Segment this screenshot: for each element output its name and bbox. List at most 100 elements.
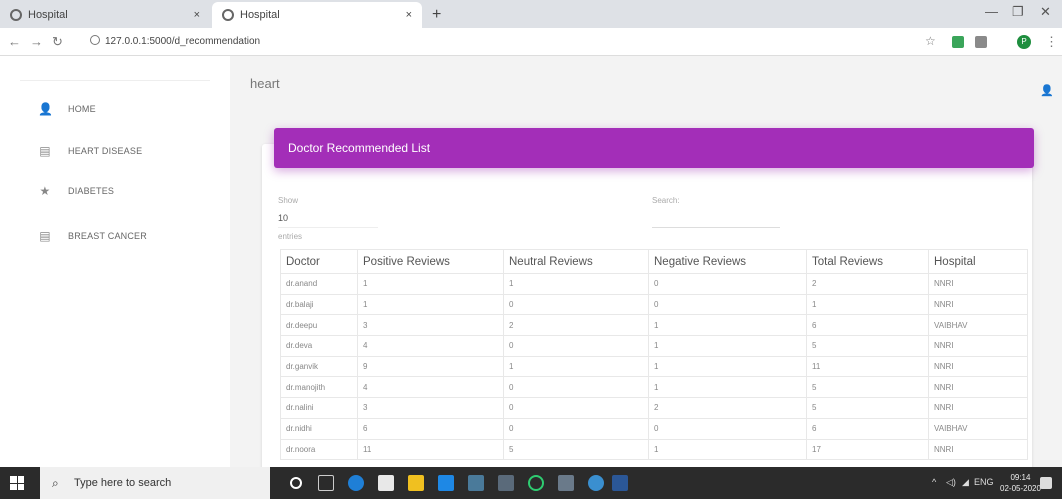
search-input[interactable] (652, 227, 780, 228)
table-cell: 0 (503, 293, 649, 316)
column-header-doctor[interactable]: Doctor (280, 249, 358, 274)
table-cell: 5 (806, 397, 929, 419)
browser-tab-strip: Hospital × Hospital × + — ❐ ✕ (0, 0, 1062, 28)
browser-tab-2[interactable]: Hospital × (212, 2, 422, 28)
table-cell: 0 (648, 273, 807, 295)
sidebar-divider (20, 80, 210, 81)
app-icon[interactable] (498, 475, 514, 491)
spotify-icon[interactable] (528, 475, 544, 491)
sidebar-item-label: HEART DISEASE (68, 146, 143, 156)
reload-icon[interactable]: ↻ (52, 34, 63, 50)
clock-time: 09:14 (1010, 473, 1031, 482)
sidebar-item-label: BREAST CANCER (68, 231, 147, 241)
task-view-icon[interactable] (318, 475, 334, 491)
file-explorer-icon[interactable] (408, 475, 424, 491)
taskbar-search[interactable]: ⌕ Type here to search (40, 467, 270, 499)
table-cell: 4 (357, 335, 504, 357)
table-cell: VAIBHAV (928, 417, 1028, 440)
pycharm-icon[interactable] (468, 475, 484, 491)
table-cell: 1 (503, 273, 649, 295)
taskbar-clock[interactable]: 09:14 02-05-2020 (1000, 472, 1041, 494)
back-icon[interactable]: ← (8, 34, 21, 49)
url-field[interactable]: 127.0.0.1:5000/d_recommendation (90, 35, 260, 47)
word-icon[interactable] (612, 475, 628, 491)
table-cell: 1 (648, 314, 807, 337)
table-cell: NNRI (928, 335, 1028, 357)
table-cell: NNRI (928, 355, 1028, 378)
cortana-icon[interactable] (290, 477, 302, 489)
sidebar-item-heart-disease[interactable]: ▤ HEART DISEASE (38, 144, 142, 158)
profile-avatar[interactable]: P (1017, 35, 1031, 49)
store-icon[interactable] (378, 475, 394, 491)
column-header-neutral[interactable]: Neutral Reviews (503, 249, 649, 274)
sidebar-item-label: HOME (68, 104, 96, 114)
table-row: dr.nalini 3 0 2 5 NNRI (280, 397, 1028, 419)
table-row: dr.deepu 3 2 1 6 VAIBHAV (280, 314, 1028, 337)
table-cell: dr.noora (280, 438, 358, 461)
table-cell: dr.nidhi (280, 417, 358, 440)
table-cell: VAIBHAV (928, 314, 1028, 337)
sidebar-item-diabetes[interactable]: ★ DIABETES (38, 184, 114, 198)
table-row: dr.anand 1 1 0 2 NNRI (280, 273, 1028, 295)
close-window-icon[interactable]: ✕ (1040, 4, 1051, 20)
table-cell: 3 (357, 314, 504, 337)
sidebar-item-home[interactable]: 👤 HOME (38, 102, 96, 116)
browser-tab-1[interactable]: Hospital × (0, 2, 210, 28)
page-content: 👤 HOME ▤ HEART DISEASE ★ DIABETES ▤ BREA… (0, 56, 1062, 467)
page-title: heart (250, 76, 280, 91)
network-icon[interactable]: ◢ (962, 477, 969, 488)
notification-icon[interactable] (1040, 477, 1052, 489)
table-cell: 6 (806, 314, 929, 337)
bookmark-star-icon[interactable]: ☆ (925, 34, 936, 48)
table-cell: 5 (806, 376, 929, 399)
table-cell: 2 (648, 397, 807, 419)
star-icon: ★ (39, 184, 51, 198)
clock-date: 02-05-2020 (1000, 484, 1041, 493)
close-tab-icon[interactable]: × (406, 9, 412, 21)
language-indicator[interactable]: ENG (974, 477, 994, 487)
column-header-hospital[interactable]: Hospital (928, 249, 1028, 274)
table-cell: dr.deva (280, 335, 358, 357)
account-icon[interactable]: 👤 (1040, 84, 1054, 97)
entries-select[interactable]: 10 (278, 213, 288, 223)
app-icon[interactable] (588, 475, 604, 491)
menu-dots-icon[interactable]: ⋮ (1045, 34, 1058, 50)
table-cell: 11 (806, 355, 929, 378)
app-icon[interactable] (558, 475, 574, 491)
content-paste-icon: ▤ (39, 144, 51, 158)
speaker-icon[interactable]: ◁) (946, 477, 956, 488)
table-body: dr.anand 1 1 0 2 NNRI dr.balaji 1 0 0 1 NNRI dr.deep… (280, 273, 1028, 461)
sidebar-item-breast-cancer[interactable]: ▤ BREAST CANCER (38, 229, 147, 243)
extension-icon[interactable] (952, 36, 964, 48)
mail-icon[interactable] (438, 475, 454, 491)
maximize-icon[interactable]: ❐ (1012, 4, 1024, 20)
table-cell: dr.deepu (280, 314, 358, 337)
column-header-positive[interactable]: Positive Reviews (357, 249, 504, 274)
table-cell: 5 (806, 335, 929, 357)
table-cell: 1 (357, 273, 504, 295)
table-cell: 0 (648, 417, 807, 440)
tab-title: Hospital (28, 9, 68, 21)
extension-icon[interactable] (975, 36, 987, 48)
globe-icon (222, 9, 234, 21)
doctor-table: Doctor Positive Reviews Neutral Reviews … (280, 249, 1028, 461)
windows-start-icon[interactable] (10, 476, 24, 490)
new-tab-button[interactable]: + (432, 6, 441, 24)
info-icon (90, 35, 100, 45)
globe-icon (10, 9, 22, 21)
edge-icon[interactable] (348, 475, 364, 491)
tab-title: Hospital (240, 9, 280, 21)
table-cell: dr.anand (280, 273, 358, 295)
forward-icon[interactable]: → (30, 34, 43, 49)
tray-chevron-icon[interactable]: ^ (932, 477, 936, 487)
close-tab-icon[interactable]: × (194, 9, 200, 21)
column-header-negative[interactable]: Negative Reviews (648, 249, 807, 274)
table-cell: 2 (806, 273, 929, 295)
card-title: Doctor Recommended List (288, 141, 431, 155)
column-header-total[interactable]: Total Reviews (806, 249, 929, 274)
table-cell: 1 (648, 355, 807, 378)
table-header-row: Doctor Positive Reviews Neutral Reviews … (280, 249, 1028, 274)
minimize-icon[interactable]: — (985, 4, 998, 19)
table-cell: NNRI (928, 438, 1028, 461)
table-cell: 1 (648, 335, 807, 357)
